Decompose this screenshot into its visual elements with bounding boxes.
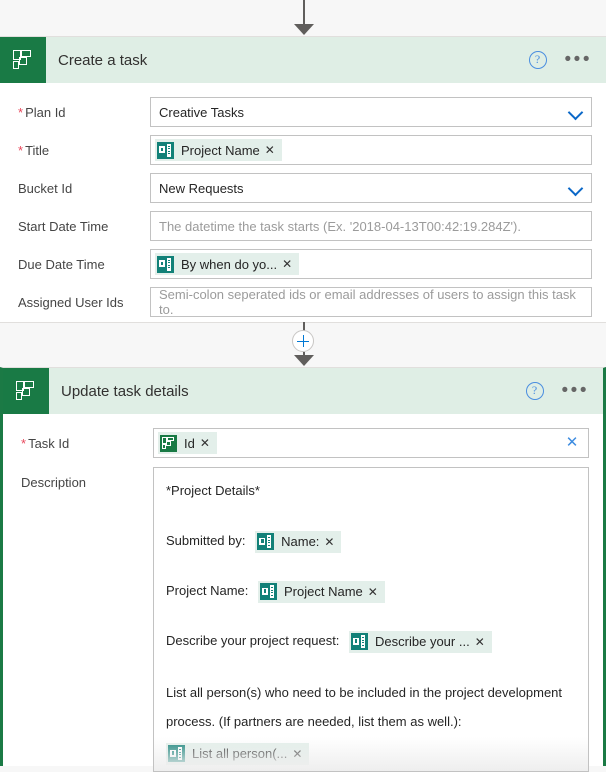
connector-line [303,0,305,26]
token-remove-icon[interactable]: ✕ [281,253,299,275]
card-header-actions: ? ••• [525,381,589,400]
form-row-assigned-user-ids: Assigned User Ids Semi-colon seperated i… [0,287,606,317]
dynamic-content-token[interactable]: Id ✕ [158,432,217,454]
description-text: *Project Details* [166,483,260,498]
field-label-bucket-id: Bucket Id [18,181,73,196]
field-label-description: Description [21,475,87,490]
forms-icon [255,531,275,553]
arrow-down-icon [294,24,314,35]
token-remove-icon[interactable]: ✕ [323,531,341,553]
field-wrapper-plan-id: Creative Tasks [150,97,592,127]
dynamic-content-token[interactable]: Project Name ✕ [258,580,385,603]
token-remove-icon[interactable]: ✕ [474,631,492,653]
description-line: Project Name: Project Name ✕ [166,578,576,604]
start-date-time-input[interactable]: The datetime the task starts (Ex. '2018-… [150,211,592,241]
card-header: Update task details ? ••• [3,368,603,414]
field-label-title: * Title [18,143,50,158]
description-textarea[interactable]: *Project Details* Submitted by: Name: ✕ … [153,467,589,772]
form-row-plan-id: * Plan Id Creative Tasks [0,97,606,127]
description-text: Project Name: [166,583,249,598]
form-row-due-date-time: Due Date Time By when do yo... ✕ [0,249,606,279]
field-wrapper-description: *Project Details* Submitted by: Name: ✕ … [153,467,589,772]
description-line: Submitted by: Name: ✕ [166,528,576,554]
help-icon[interactable]: ? [525,382,544,400]
action-card-create-a-task[interactable]: Create a task ? ••• * Plan Id Creative Ta… [0,36,606,323]
form-row-start-date-time: Start Date Time The datetime the task st… [0,211,606,241]
task-id-input[interactable]: Id ✕ [153,428,589,458]
forms-icon [349,631,369,653]
plan-id-dropdown[interactable]: Creative Tasks [150,97,592,127]
required-asterisk: * [21,436,27,451]
card-header-actions: ? ••• [528,50,592,69]
field-wrapper-start-date-time: The datetime the task starts (Ex. '2018-… [150,211,592,241]
dynamic-content-token[interactable]: List all person(... ✕ [166,742,310,765]
planner-icon [0,37,46,83]
description-line: *Project Details* [166,478,576,504]
form-row-bucket-id: Bucket Id New Requests [0,173,606,203]
form-row-title: * Title Project Name ✕ [0,135,606,165]
arrow-down-icon [294,355,314,366]
token-label: Project Name [181,142,260,158]
flow-connector-middle [0,322,606,367]
required-asterisk: * [18,143,24,158]
token-remove-icon[interactable]: ✕ [199,432,217,454]
field-label-start-date-time: Start Date Time [18,219,109,234]
token-label: By when do yo... [181,256,278,272]
description-line: List all person(... ✕ [166,740,576,766]
required-asterisk: * [18,105,24,120]
help-icon[interactable]: ? [528,51,547,69]
insert-step-button[interactable] [292,330,314,352]
forms-icon [258,581,278,603]
field-wrapper-due-date-time: By when do yo... ✕ [150,249,592,279]
assigned-user-ids-placeholder: Semi-colon seperated ids or email addres… [159,287,576,317]
description-line: Describe your project request: Describe … [166,628,576,654]
due-date-time-input[interactable]: By when do yo... ✕ [150,249,592,279]
planner-icon [3,368,49,414]
bucket-id-dropdown[interactable]: New Requests [150,173,592,203]
form-row-description: Description *Project Details* Submitted … [3,467,603,772]
assigned-user-ids-input[interactable]: Semi-colon seperated ids or email addres… [150,287,592,317]
clear-field-icon[interactable]: ✕ [564,435,580,451]
description-line: List all person(s) who need to be includ… [166,678,576,736]
card-title: Create a task [58,51,148,69]
field-label-plan-id: * Plan Id [18,105,66,120]
field-label-due-date-time: Due Date Time [18,257,105,272]
more-options-icon[interactable]: ••• [562,381,589,400]
dynamic-content-token[interactable]: Name: ✕ [255,530,342,553]
dynamic-content-token[interactable]: Project Name ✕ [155,139,282,161]
token-label: Id [184,435,195,451]
action-card-update-task-details[interactable]: Update task details ? ••• *Task Id Id ✕ [0,367,606,772]
field-label-assigned-user-ids: Assigned User Ids [18,295,124,310]
field-wrapper-bucket-id: New Requests [150,173,592,203]
description-text: List all person(s) who need to be includ… [166,685,563,729]
token-remove-icon[interactable]: ✕ [367,581,385,603]
planner-icon [158,432,178,454]
flow-connector-top [0,0,606,36]
token-label: Describe your ... [375,633,470,649]
dynamic-content-token[interactable]: Describe your ... ✕ [349,630,492,653]
card-header: Create a task ? ••• [0,37,606,83]
start-date-time-placeholder: The datetime the task starts (Ex. '2018-… [159,218,521,234]
bucket-id-value: New Requests [159,180,244,196]
form-row-task-id: * Task Id Id ✕ ✕ [3,428,603,458]
token-label: Name: [281,533,320,549]
title-input[interactable]: Project Name ✕ [150,135,592,165]
token-label: List all person(... [192,745,288,761]
card-title: Update task details [61,382,189,400]
field-wrapper-assigned-user-ids: Semi-colon seperated ids or email addres… [150,287,592,317]
field-wrapper-title: Project Name ✕ [150,135,592,165]
more-options-icon[interactable]: ••• [565,50,592,69]
field-label-task-id: * Task Id [21,436,70,451]
field-wrapper-task-id: Id ✕ ✕ [153,428,589,458]
forms-icon [166,743,186,765]
token-remove-icon[interactable]: ✕ [264,139,282,161]
description-text: Submitted by: [166,533,246,548]
plan-id-value: Creative Tasks [159,104,245,120]
token-label: Project Name [284,583,363,599]
forms-icon [155,253,175,275]
token-remove-icon[interactable]: ✕ [291,743,309,765]
forms-icon [155,139,175,161]
dynamic-content-token[interactable]: By when do yo... ✕ [155,253,300,275]
description-text: Describe your project request: [166,633,340,648]
